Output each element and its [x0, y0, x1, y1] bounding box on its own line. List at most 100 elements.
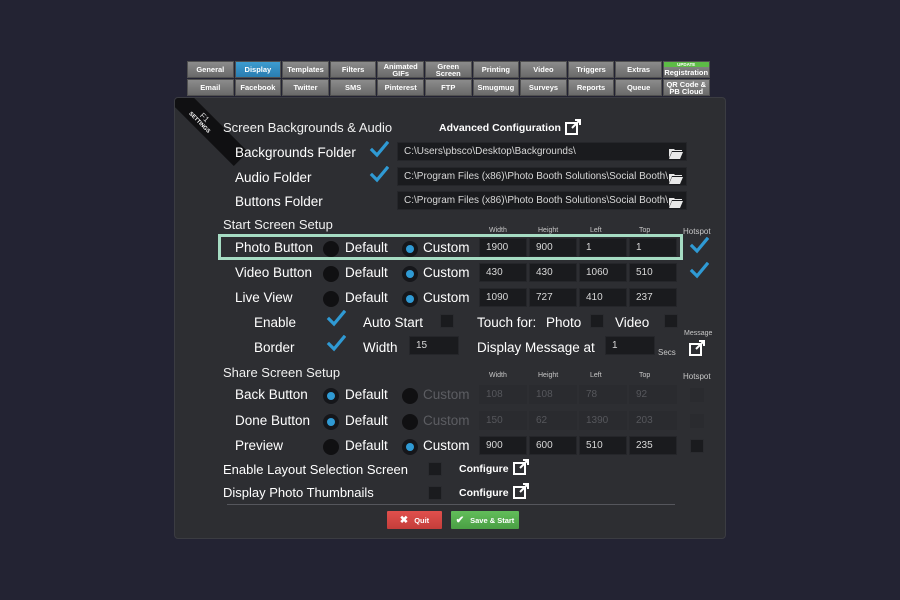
tab-surveys[interactable]: Surveys — [520, 79, 567, 96]
enable-checkbox[interactable] — [326, 310, 346, 328]
done-button-top-field[interactable]: 203 — [629, 410, 677, 430]
tab-twitter[interactable]: Twitter — [282, 79, 329, 96]
tab-qr-code-pb-cloud[interactable]: QR Code & PB Cloud — [662, 79, 710, 96]
live-view-height-field[interactable]: 727 — [529, 288, 577, 307]
back-button-custom-radio[interactable] — [402, 388, 418, 404]
external-link-icon[interactable] — [565, 119, 581, 135]
photo-button-left-field[interactable]: 1 — [579, 238, 627, 257]
video-button-width-field[interactable]: 430 — [479, 263, 527, 282]
video-button-height-field[interactable]: 430 — [529, 263, 577, 282]
border-checkbox[interactable] — [326, 335, 346, 353]
column-height: Height — [538, 227, 559, 234]
live-view-top-field[interactable]: 237 — [629, 288, 677, 307]
tab-display[interactable]: Display — [234, 61, 282, 78]
tab-label: Video — [533, 65, 554, 74]
photo-button-width-field[interactable]: 1900 — [479, 238, 527, 257]
tab-animated-gifs[interactable]: Animated GIFs — [377, 61, 424, 78]
audio-folder-checkbox[interactable] — [369, 165, 389, 184]
tab-pinterest[interactable]: Pinterest — [377, 79, 424, 96]
tab-video[interactable]: Video — [520, 61, 567, 78]
video-button-custom-radio[interactable] — [402, 266, 418, 282]
tab-general[interactable]: General — [187, 61, 234, 78]
tab-queue[interactable]: Queue — [615, 79, 662, 96]
tab-green-screen[interactable]: Green Screen — [424, 61, 472, 78]
tab-extras[interactable]: Extras — [615, 61, 662, 78]
settings-tabs: General Display Templates Filters Animated G… — [187, 61, 711, 97]
auto-start-checkbox[interactable] — [440, 314, 454, 328]
live-view-width-field[interactable]: 1090 — [479, 288, 527, 307]
preview-default-radio[interactable] — [323, 439, 339, 455]
save-start-button[interactable]: ✔ Save & Start — [451, 511, 519, 529]
back-button-default-radio[interactable] — [323, 388, 339, 404]
quit-button[interactable]: ✖ Quit — [387, 511, 442, 529]
touch-photo-checkbox[interactable] — [590, 314, 604, 328]
tab-triggers[interactable]: Triggers — [567, 61, 615, 78]
photo-button-height-field[interactable]: 900 — [529, 238, 577, 257]
back-button-width-field[interactable]: 108 — [479, 385, 527, 404]
layout-configure-icon[interactable] — [513, 459, 529, 475]
backgrounds-folder-path[interactable]: C:\Users\pbsco\Desktop\Backgrounds\ — [397, 142, 687, 161]
audio-folder-path[interactable]: C:\Program Files (x86)\Photo Booth Solut… — [397, 166, 687, 186]
thumbnails-configure-label[interactable]: Configure — [459, 487, 509, 499]
folder-icon[interactable] — [669, 146, 683, 159]
preview-height-field[interactable]: 600 — [529, 436, 577, 455]
touch-video-checkbox[interactable] — [664, 314, 678, 328]
tab-label: FTP — [441, 83, 456, 92]
thumbnails-checkbox[interactable] — [428, 486, 442, 500]
tab-templates[interactable]: Templates — [282, 61, 329, 78]
tab-label: Twitter — [293, 83, 318, 92]
preview-width-field[interactable]: 900 — [479, 436, 527, 455]
border-width-field[interactable]: 15 — [409, 336, 459, 355]
back-button-hotspot-checkbox[interactable] — [690, 388, 704, 402]
tab-label: Green Screen — [435, 61, 461, 78]
tab-reports[interactable]: Reports — [567, 79, 615, 96]
done-button-default-radio[interactable] — [323, 413, 339, 430]
video-button-left-field[interactable]: 1060 — [579, 263, 627, 282]
layout-selection-checkbox[interactable] — [428, 462, 442, 476]
done-button-height-field[interactable]: 62 — [529, 410, 577, 430]
column-height: Height — [538, 372, 559, 379]
buttons-folder-label: Buttons Folder — [235, 194, 323, 209]
tab-label: Templates — [287, 65, 324, 74]
preview-left-field[interactable]: 510 — [579, 436, 627, 455]
tab-sms[interactable]: SMS — [329, 79, 377, 96]
tab-email[interactable]: Email — [187, 79, 234, 96]
tab-ftp[interactable]: FTP — [424, 79, 472, 96]
live-view-left-field[interactable]: 410 — [579, 288, 627, 307]
tab-filters[interactable]: Filters — [329, 61, 377, 78]
backgrounds-audio-heading: Screen Backgrounds & Audio — [223, 120, 393, 135]
folder-icon[interactable] — [669, 195, 683, 208]
done-button-width-field[interactable]: 150 — [479, 410, 527, 430]
back-button-top-field[interactable]: 92 — [629, 385, 677, 404]
message-external-icon[interactable] — [689, 340, 705, 356]
photo-button-top-field[interactable]: 1 — [629, 238, 677, 257]
display-message-field[interactable]: 1 — [605, 336, 655, 355]
done-button-custom-radio[interactable] — [402, 413, 418, 430]
preview-hotspot-checkbox[interactable] — [690, 439, 704, 453]
folder-icon[interactable] — [669, 171, 683, 184]
photo-button-hotspot-checkbox[interactable] — [689, 237, 709, 255]
done-button-left-field[interactable]: 1390 — [579, 410, 627, 430]
back-button-height-field[interactable]: 108 — [529, 385, 577, 404]
tab-printing[interactable]: Printing — [472, 61, 520, 78]
preview-custom-radio[interactable] — [402, 439, 418, 455]
tab-facebook[interactable]: Facebook — [234, 79, 282, 96]
live-view-custom-radio[interactable] — [402, 291, 418, 307]
layout-configure-label[interactable]: Configure — [459, 463, 509, 475]
tab-registration[interactable]: UPDATE Registration — [662, 61, 710, 78]
thumbnails-configure-icon[interactable] — [513, 483, 529, 499]
tab-smugmug[interactable]: Smugmug — [472, 79, 520, 96]
photo-button-custom-radio[interactable] — [402, 241, 418, 257]
tab-label: SMS — [344, 83, 362, 92]
video-button-default-radio[interactable] — [323, 266, 339, 282]
video-button-top-field[interactable]: 510 — [629, 263, 677, 282]
live-view-default-radio[interactable] — [323, 291, 339, 307]
preview-top-field[interactable]: 235 — [629, 436, 677, 455]
buttons-folder-path[interactable]: C:\Program Files (x86)\Photo Booth Solut… — [397, 191, 687, 210]
advanced-configuration-label[interactable]: Advanced Configuration — [439, 122, 561, 134]
back-button-left-field[interactable]: 78 — [579, 385, 627, 404]
backgrounds-folder-checkbox[interactable] — [369, 141, 389, 159]
done-button-hotspot-checkbox[interactable] — [690, 413, 704, 428]
video-button-hotspot-checkbox[interactable] — [689, 262, 709, 280]
photo-button-default-radio[interactable] — [323, 241, 339, 257]
